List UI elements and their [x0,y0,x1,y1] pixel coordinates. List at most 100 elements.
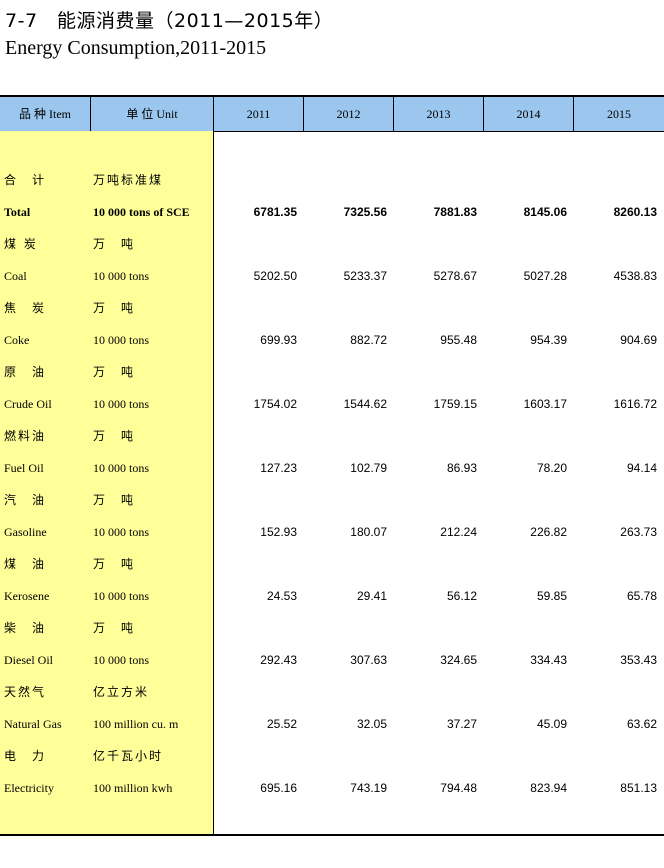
table-row: Diesel Oil 10 000 tons 292.43 307.63 324.65 3… [0,644,664,676]
table-row: Crude Oil 10 000 tons 1754.02 1544.62 1759.1… [0,388,664,420]
value-cell-2012: 5233.37 [343,269,387,283]
value-cell-2014: 1603.17 [523,397,567,411]
table-row: Electricity 100 million kwh 695.16 743.19 79… [0,772,664,804]
table-row-label-cn: 合 计 万吨标准煤 [0,164,664,196]
item-name-cn: 合 计 [4,173,47,187]
item-name-cn: 天然气 [4,685,47,699]
item-name-cn: 煤 炭 [4,237,38,251]
value-cell-2013: 324.65 [440,653,477,667]
value-cell-2015: 4538.83 [613,269,657,283]
item-name-cn: 电 力 [4,749,47,763]
value-cell-2014: 78.20 [536,461,567,475]
unit-cn: 亿立方米 [93,685,150,699]
unit-en: 10 000 tons [93,653,150,667]
value-cell-2015: 851.13 [620,781,657,795]
table-row: Kerosene 10 000 tons 24.53 29.41 56.12 59.85 6… [0,580,664,612]
table-row: Coal 10 000 tons 5202.50 5233.37 5278.67 5027… [0,260,664,292]
value-cell-2014: 59.85 [536,589,567,603]
value-cell-2013: 1759.15 [433,397,477,411]
value-cell-2015: 263.73 [620,525,657,539]
value-cell-2012: 1544.62 [343,397,387,411]
table-row-label-cn: 原 油万 吨 [0,356,664,388]
item-name-en: Crude Oil [4,397,52,411]
value-cell-2013: 5278.67 [433,269,477,283]
item-name-en: Coal [4,269,27,283]
page-title-english: Energy Consumption,2011-2015 [5,37,267,59]
table-row: Total 10 000 tons of SCE 6781.35 7325.56 788… [0,196,664,228]
header-year-2012: 2012 [304,97,394,131]
value-cell-2015: 8260.13 [613,205,657,219]
table-row-label-cn: 柴 油万 吨 [0,612,664,644]
item-name-cn: 燃料油 [4,429,47,443]
value-cell-2015: 65.78 [626,589,657,603]
unit-en: 10 000 tons [93,525,150,539]
table-row-label-cn: 电 力 亿千瓦小时 [0,740,664,772]
value-cell-2011: 127.23 [260,461,297,475]
table-row-label-cn: 汽 油万 吨 [0,484,664,516]
item-name-en: Natural Gas [4,717,62,731]
value-cell-2014: 5027.28 [523,269,567,283]
value-cell-2015: 1616.72 [613,397,657,411]
unit-en: 10 000 tons [93,589,150,603]
unit-cn: 万 吨 [93,429,136,443]
unit-en: 10 000 tons [93,333,150,347]
value-cell-2011: 292.43 [260,653,297,667]
page-title-chinese: 7-7 能源消费量（2011—2015年） [5,10,334,32]
table-row-label-cn: 天然气 亿立方米 [0,676,664,708]
value-cell-2011: 1754.02 [253,397,297,411]
value-cell-2013: 37.27 [446,717,477,731]
value-cell-2011: 699.93 [260,333,297,347]
value-cell-2015: 353.43 [620,653,657,667]
table-row-label-cn: 焦 炭万 吨 [0,292,664,324]
header-unit: 单 位 Unit [91,97,214,131]
table-row: Coke 10 000 tons 699.93 882.72 955.48 954.39 9… [0,324,664,356]
value-cell-2014: 45.09 [536,717,567,731]
value-cell-2013: 86.93 [446,461,477,475]
unit-en: 10 000 tons [93,461,150,475]
item-name-en: Total [4,205,31,219]
unit-cn: 万 吨 [93,237,136,251]
value-cell-2013: 56.12 [446,589,477,603]
item-name-en: Electricity [4,781,54,795]
table-row-label-cn: 燃料油 万 吨 [0,420,664,452]
unit-cn: 万 吨 [93,557,136,571]
value-cell-2012: 882.72 [350,333,387,347]
value-cell-2011: 695.16 [260,781,297,795]
value-cell-2015: 904.69 [620,333,657,347]
table-row: Gasoline 10 000 tons 152.93 180.07 212.24 226… [0,516,664,548]
value-cell-2011: 5202.50 [253,269,297,283]
item-name-cn: 柴 油 [4,621,47,635]
value-cell-2011: 25.52 [266,717,297,731]
header-year-2014: 2014 [484,97,574,131]
unit-cn: 万吨标准煤 [93,173,164,187]
item-name-cn: 焦 炭 [4,301,47,315]
unit-en: 10 000 tons of SCE [93,205,190,219]
unit-cn: 万 吨 [93,301,136,315]
value-cell-2012: 7325.56 [343,205,387,219]
value-cell-2015: 63.62 [626,717,657,731]
value-cell-2013: 955.48 [440,333,477,347]
item-name-cn: 原 油 [4,365,47,379]
header-year-2013: 2013 [394,97,484,131]
item-name-cn: 汽 油 [4,493,47,507]
item-name-en: Gasoline [4,525,47,539]
unit-en: 10 000 tons [93,397,150,411]
item-name-en: Fuel Oil [4,461,44,475]
value-cell-2012: 29.41 [356,589,387,603]
unit-en: 100 million kwh [93,781,173,795]
header-year-2015: 2015 [574,97,664,131]
value-cell-2013: 7881.83 [433,205,477,219]
unit-en: 10 000 tons [93,269,150,283]
value-cell-2011: 24.53 [266,589,297,603]
unit-cn: 万 吨 [93,621,136,635]
table-bottom-rule [0,834,664,836]
value-cell-2012: 743.19 [350,781,387,795]
item-name-en: Coke [4,333,30,347]
table-header: 品 种 Item 单 位 Unit 2011 2012 2013 2014 20… [0,97,664,132]
value-cell-2013: 212.24 [440,525,477,539]
value-cell-2012: 102.79 [350,461,387,475]
value-cell-2012: 180.07 [350,525,387,539]
item-name-en: Diesel Oil [4,653,53,667]
item-name-en: Kerosene [4,589,50,603]
value-cell-2014: 334.43 [530,653,567,667]
